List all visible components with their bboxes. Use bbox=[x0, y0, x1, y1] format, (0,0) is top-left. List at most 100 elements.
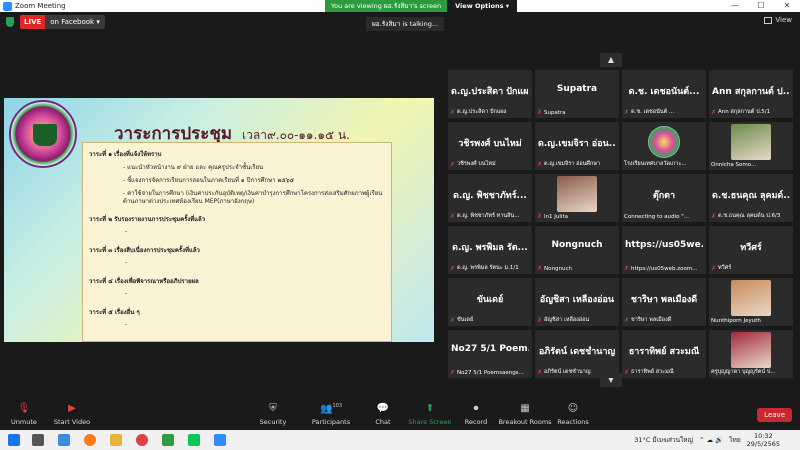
participant-tile[interactable]: No27 5/1 Poem... ✗No27 5/1 Poemsaengs... bbox=[448, 330, 532, 378]
shield-icon: ⛨ bbox=[269, 403, 277, 414]
security-button[interactable]: ⛨ Security bbox=[256, 403, 290, 426]
participant-name: ด.ญ. พิชชาภัทร์ ทานสิน... bbox=[457, 213, 520, 219]
minimize-button[interactable]: — bbox=[722, 0, 748, 12]
edge-browser-icon[interactable] bbox=[58, 434, 70, 446]
reactions-label: Reactions bbox=[557, 418, 589, 426]
maximize-button[interactable]: ☐ bbox=[748, 0, 774, 12]
chat-button[interactable]: 💬 Chat bbox=[370, 403, 396, 426]
participant-display-name: Ann สกุลกานต์ ป... bbox=[712, 87, 790, 97]
chrome-icon[interactable] bbox=[136, 434, 148, 446]
participant-display-name: Supatra bbox=[556, 84, 598, 94]
participant-name-label: ✗ ln1 Julita bbox=[537, 213, 617, 220]
participant-name-label: ✗ Nongnuch bbox=[537, 265, 617, 272]
participant-display-name: ด.ญ. พิชชาภัทร์... bbox=[453, 191, 527, 201]
participant-name: ด.ช.ธนคุณ ลุคมด์น ป.6/3 bbox=[718, 213, 781, 219]
participant-tile[interactable]: https://us05we... ✗ https://us05web.zoom..… bbox=[622, 226, 706, 274]
photos-icon[interactable] bbox=[162, 434, 174, 446]
agenda-item: - bbox=[125, 228, 128, 235]
participant-tile[interactable]: Nongnuch ✗ Nongnuch bbox=[535, 226, 619, 274]
muted-microphone-icon: ✗ bbox=[537, 368, 543, 376]
line-icon[interactable] bbox=[188, 434, 200, 446]
close-button[interactable]: ✕ bbox=[774, 0, 800, 12]
participant-name: No27 5/1 Poemsaengs... bbox=[457, 369, 524, 376]
participant-name: Nongnuch bbox=[544, 265, 572, 272]
clock[interactable]: 10:32 29/5/2565 bbox=[747, 432, 780, 448]
participant-tile[interactable]: อัญชิสา เหลืองอ่อน ✗ อัญชิสา เหลืองอ่อน bbox=[535, 278, 619, 326]
unmute-label: Unmute bbox=[11, 418, 37, 426]
participant-tile[interactable]: ขันเดย์ ✗ ขันเดย์ bbox=[448, 278, 532, 326]
participant-display-name: ด.ช.ธนคุณ ลุคมด์... bbox=[712, 191, 790, 201]
participant-tile[interactable]: วชิรพงศ์ บนไหม่ ✗ วชิรพงศ์ บนไหม่ bbox=[448, 122, 532, 170]
participant-display-name: ตุ๊กตา bbox=[652, 191, 676, 201]
participant-tile[interactable]: ด.ญ.ประสิดา ปักแผ... ✗ด.ญ.ประสิดา ปักแผง bbox=[448, 70, 532, 118]
participant-video bbox=[731, 280, 771, 316]
participant-video bbox=[731, 332, 771, 368]
muted-microphone-icon: ✗ bbox=[624, 368, 630, 376]
unmute-button[interactable]: 🎙 Unmute bbox=[6, 403, 42, 426]
language-indicator[interactable]: ไทย bbox=[729, 435, 740, 445]
view-button[interactable]: View bbox=[764, 16, 792, 24]
participant-tile[interactable]: ครูบุญญาดา บุญญรัตน์ ป... bbox=[709, 330, 793, 378]
meeting-toolbar: 🎙 Unmute ▶ Start Video ⛨ Security 👥103 P… bbox=[0, 398, 800, 430]
shield-icon[interactable] bbox=[6, 17, 14, 27]
participant-tile[interactable]: Supatra ✗ Supatra bbox=[535, 70, 619, 118]
participant-tile[interactable]: Nunthiporn Jeyuth bbox=[709, 278, 793, 326]
live-stream-indicator[interactable]: LIVE on Facebook ▾ bbox=[20, 15, 105, 29]
view-options-button[interactable]: View Options ▾ bbox=[447, 0, 517, 12]
leave-button[interactable]: Leave bbox=[757, 408, 792, 422]
participant-tile[interactable]: ชาริษา พลเมืองดี ✗ ชาริษา พลเมืองดี bbox=[622, 278, 706, 326]
participant-display-name: No27 5/1 Poem... bbox=[451, 344, 529, 354]
participant-tile[interactable]: Onnicha Somo... bbox=[709, 122, 793, 170]
firefox-icon[interactable] bbox=[84, 434, 96, 446]
muted-microphone-icon: ✗ bbox=[450, 369, 456, 376]
participant-name: วชิรพงศ์ บนไหม่ bbox=[457, 161, 496, 167]
participant-name: Ann สกุลกานต์ ป.5/1 bbox=[718, 109, 771, 115]
participant-video bbox=[731, 124, 771, 160]
talking-indicator: ผอ.รังสิมา is talking... bbox=[366, 17, 445, 31]
windows-start-icon[interactable] bbox=[8, 434, 20, 446]
record-icon: ⏺ bbox=[473, 403, 479, 414]
zoom-icon[interactable] bbox=[214, 434, 226, 446]
participant-tile[interactable]: Ann สกุลกานต์ ป... ✗ Ann สกุลกานต์ ป.5/1 bbox=[709, 70, 793, 118]
gallery-prev-button[interactable]: ▲ bbox=[600, 53, 622, 67]
participant-tile[interactable]: ทวีศร์ ✗ ทวีศร์ bbox=[709, 226, 793, 274]
muted-microphone-icon: ✗ bbox=[450, 316, 456, 324]
participant-name: ครูบุญญาดา บุญญรัตน์ ป... bbox=[711, 369, 776, 375]
participant-tile[interactable]: ด.ช.ธนคุณ ลุคมด์... ✗ ด.ช.ธนคุณ ลุคมด์น ป.… bbox=[709, 174, 793, 222]
agenda-item: - ค่าใช้จ่ายในการศึกษา (เงินค่าประกันอุบ… bbox=[123, 190, 383, 205]
participant-tile[interactable]: ตุ๊กตา Connecting to audio "... bbox=[622, 174, 706, 222]
participant-display-name: ทวีศร์ bbox=[740, 243, 762, 253]
reactions-button[interactable]: ☺ Reactions bbox=[556, 403, 590, 426]
participant-name: โรงเรียนเทศบาลวัดเกาะ... bbox=[624, 161, 687, 167]
participant-tile[interactable]: อภิรัตน์ เดชชำนาญ ✗ อภิรัตน์ เดชชำนาญ bbox=[535, 330, 619, 378]
weather-widget[interactable]: 31°C มีเมฆส่วนใหญ่ bbox=[634, 435, 693, 445]
breakout-rooms-icon: ▦ bbox=[520, 403, 530, 414]
share-screen-button[interactable]: ⬆ Share Screen bbox=[408, 403, 452, 426]
muted-microphone-icon: ✗ bbox=[624, 265, 630, 272]
live-target-dropdown[interactable]: on Facebook ▾ bbox=[45, 15, 105, 29]
participant-tile[interactable]: ด.ญ.เขมจิรา อ่อน... ✗ ด.ญ.เขมจิรา อ่อนศึกษ… bbox=[535, 122, 619, 170]
start-video-button[interactable]: ▶ Start Video bbox=[52, 403, 92, 426]
participant-tile[interactable]: ✗ ln1 Julita bbox=[535, 174, 619, 222]
live-badge: LIVE bbox=[20, 15, 46, 29]
participant-tile[interactable]: ธาราทิพย์ สวะมณี ✗ ธาราทิพย์ สวะมณี bbox=[622, 330, 706, 378]
chat-icon: 💬 bbox=[376, 403, 390, 414]
participant-name-label: โรงเรียนเทศบาลวัดเกาะ... bbox=[624, 160, 704, 168]
record-button[interactable]: ⏺ Record bbox=[462, 403, 490, 426]
participant-name-label: Onnicha Somo... bbox=[711, 162, 791, 168]
tray-icons[interactable]: ⌃ ☁ 🔊 bbox=[699, 436, 723, 444]
task-view-icon[interactable] bbox=[32, 434, 44, 446]
participant-display-name: ชาริษา พลเมืองดี bbox=[630, 295, 698, 305]
participant-name-label: ✗ ทวีศร์ bbox=[711, 264, 791, 272]
participants-button[interactable]: 👥103 Participants bbox=[306, 403, 356, 426]
muted-microphone-icon: ✗ bbox=[537, 109, 543, 116]
participant-tile[interactable]: โรงเรียนเทศบาลวัดเกาะ... bbox=[622, 122, 706, 170]
participant-tile[interactable]: ด.ญ. พิชชาภัทร์... ✗ ด.ญ. พิชชาภัทร์ ทานสิ… bbox=[448, 174, 532, 222]
file-explorer-icon[interactable] bbox=[110, 434, 122, 446]
chat-label: Chat bbox=[375, 418, 391, 426]
screen-share-banner: You are viewing ผอ.รังสิมา's screen View… bbox=[325, 0, 517, 12]
participant-tile[interactable]: ด.ช. เดชอนันต์... ✗ ด.ช. เดชอนันต์ ... bbox=[622, 70, 706, 118]
breakout-rooms-button[interactable]: ▦ Breakout Rooms bbox=[498, 403, 552, 426]
agenda-item: - bbox=[125, 321, 128, 328]
participant-tile[interactable]: ด.ญ. พรพิมล รัต... ✗ ด.ญ. พรพิมล รัตนะ ม.1… bbox=[448, 226, 532, 274]
